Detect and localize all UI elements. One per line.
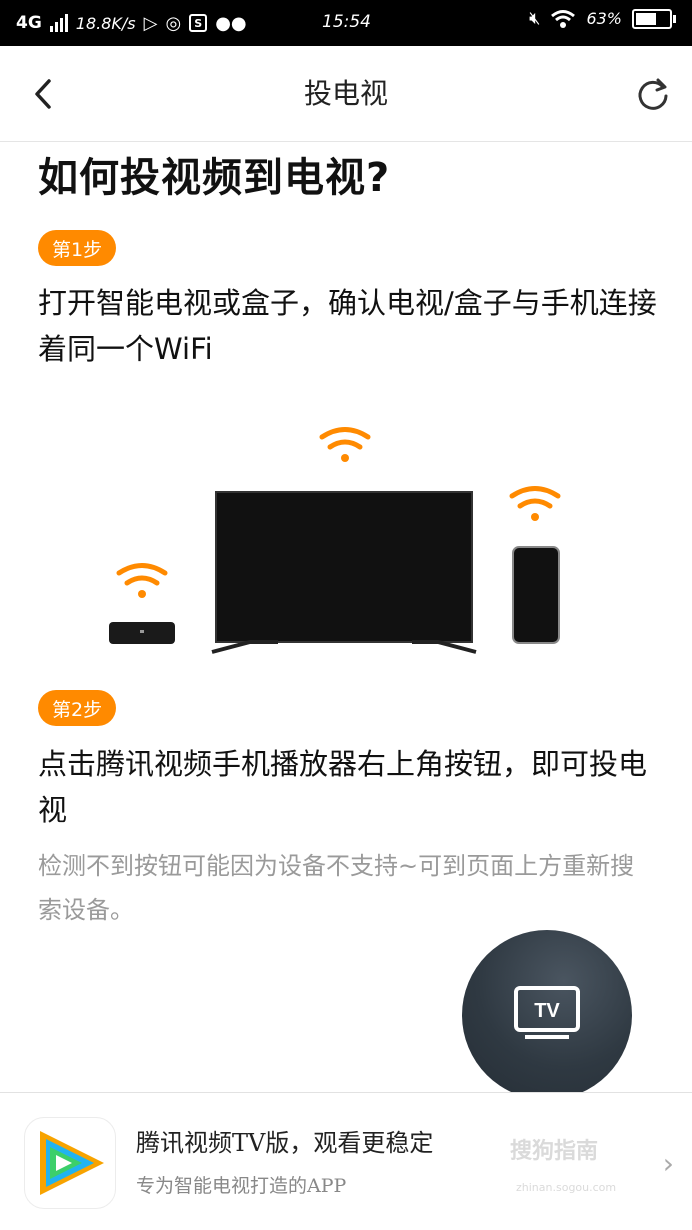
- tencent-video-app-icon: [24, 1117, 116, 1209]
- refresh-button[interactable]: [634, 76, 672, 114]
- status-bar: 4G 18.8K/s ▷ ◎ S ●● 15:54 🔇︎ 63%: [0, 0, 692, 46]
- refresh-icon: [638, 78, 668, 110]
- tv-stand-left: [211, 640, 278, 654]
- step-1-badge: 第1步: [38, 230, 117, 266]
- tv-stand-right: [412, 640, 477, 654]
- wifi-dot-phone: [531, 513, 539, 521]
- watermark-text: 搜狗指南: [510, 1139, 599, 1164]
- battery-icon: [632, 8, 676, 29]
- wifi-icon-box: [116, 563, 168, 586]
- play-logo-icon: [40, 1131, 104, 1195]
- devices-illustration: [109, 427, 561, 654]
- chevron-right-icon: ›: [662, 1147, 674, 1180]
- wifi-icon-phone: [509, 486, 561, 509]
- tv-icon-label: TV: [534, 1000, 560, 1022]
- step-2-text: 点击腾讯视频手机播放器右上角按钮，即可投电视: [38, 747, 648, 827]
- signal-icon: [49, 14, 68, 32]
- wifi-dot-box: [138, 590, 146, 598]
- mute-icon: 🔇︎: [529, 8, 541, 29]
- tv-box-light: [140, 630, 144, 633]
- hint-text: 检测不到按钮可能因为设备不支持~可到页面上方重新搜索设备。: [38, 852, 635, 924]
- step-1-text: 打开智能电视或盒子，确认电视/盒子与手机连接着同一个WiFi: [38, 286, 657, 366]
- network-type: 4G: [16, 13, 42, 33]
- nav-header: 投电视: [0, 46, 692, 142]
- battery-percent: 63%: [586, 9, 622, 28]
- watermark-url: zhinan.sogou.com: [516, 1181, 617, 1194]
- wifi-icon-tv: [319, 427, 371, 450]
- app-promo-bar[interactable]: 腾讯视频TV版，观看更稳定 专为智能电视打造的APP 搜狗指南 zhinan.s…: [0, 1092, 692, 1230]
- wifi-icon: [551, 9, 576, 28]
- promo-title: 腾讯视频TV版，观看更稳定: [136, 1129, 434, 1157]
- cast-tv-floating-button[interactable]: TV: [462, 930, 632, 1100]
- phone-device: [512, 546, 560, 644]
- wechat-icon: ●●: [215, 12, 247, 34]
- step-2-badge: 第2步: [38, 690, 117, 726]
- page-title: 投电视: [303, 77, 388, 110]
- weibo-icon: ◎: [165, 12, 182, 34]
- network-speed: 18.8K/s: [75, 13, 136, 33]
- section-heading: 如何投视频到电视?: [38, 155, 391, 201]
- wifi-dot-tv: [341, 454, 349, 462]
- clock: 15:54: [322, 12, 371, 32]
- promo-subtitle: 专为智能电视打造的APP: [136, 1175, 347, 1197]
- tv-icon: TV: [514, 986, 580, 1039]
- play-icon: ▷: [143, 12, 158, 34]
- tv-screen: [215, 491, 473, 643]
- s-app-icon: S: [189, 14, 208, 32]
